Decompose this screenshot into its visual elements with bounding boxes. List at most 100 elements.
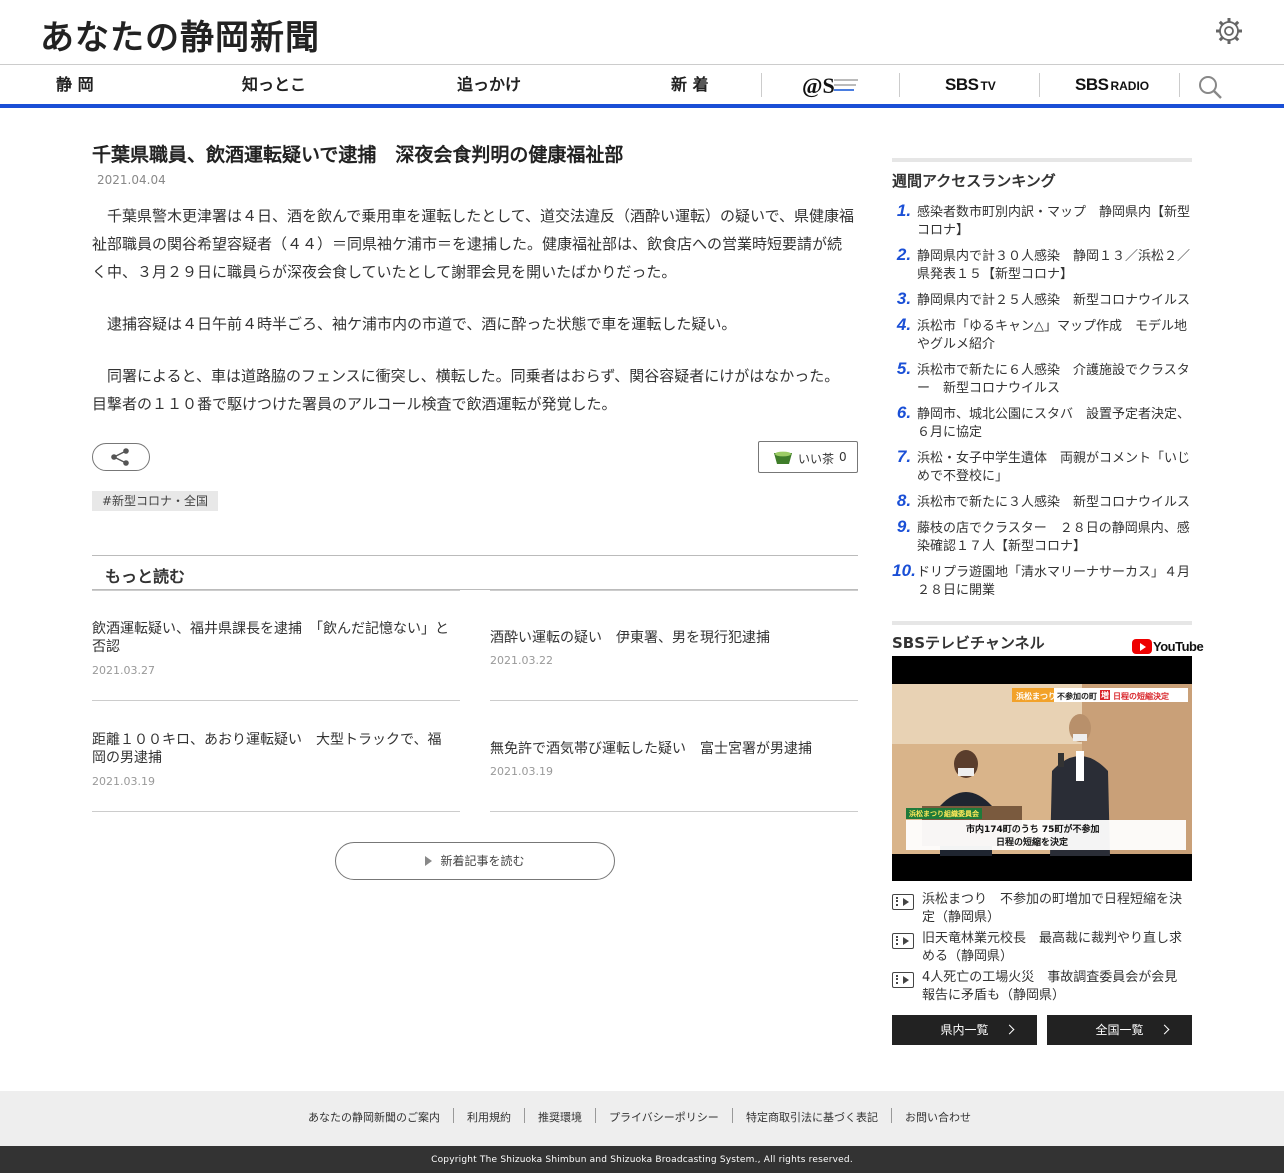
tea-cup-icon	[774, 451, 792, 464]
footer-divider	[891, 1108, 892, 1123]
footer-link-contact[interactable]: お問い合わせ	[905, 1109, 971, 1125]
rank-number: 1.	[896, 201, 912, 220]
nav-shizuoka[interactable]: 静 岡	[56, 65, 94, 105]
footer-link-privacy[interactable]: プライバシーポリシー	[609, 1109, 719, 1125]
masthead: あなたの静岡新聞	[0, 0, 1284, 64]
national-list-label: 全国一覧	[1095, 1023, 1144, 1037]
more-article-item[interactable]: 酒酔い運転の疑い 伊東署、男を現行犯逮捕 2021.03.22	[490, 590, 858, 701]
rank-title: 静岡県内で計２５人感染 新型コロナウイルス	[917, 293, 1191, 308]
rank-number: 7.	[896, 447, 912, 466]
video-banner-text: 浜松まつり	[1016, 691, 1056, 701]
more-article-item[interactable]: 距離１００キロ、あおり運転疑い 大型トラックで、福岡の男逮捕 2021.03.1…	[92, 701, 460, 812]
sbs-radio-main: SBS	[1075, 75, 1109, 94]
more-article-date: 2021.03.19	[92, 775, 155, 788]
sbs-tv-channel-section: SBSテレビチャンネル YouTube	[892, 621, 1204, 654]
good-tea-button[interactable]: いい茶 0	[758, 441, 858, 473]
rank-number: 9.	[896, 517, 912, 536]
rank-number: 6.	[896, 403, 912, 422]
rank-title: 浜松市で新たに６人感染 介護施設でクラスター 新型コロナウイルス	[917, 363, 1190, 396]
youtube-play-icon	[1132, 639, 1152, 654]
video-lower-label: 浜松まつり組織委員会	[909, 809, 980, 818]
nav-shinchaku[interactable]: 新 着	[671, 65, 709, 105]
national-list-button[interactable]: 全国一覧	[1047, 1015, 1192, 1045]
rank-number: 5.	[896, 359, 912, 378]
nav-okkake[interactable]: 追っかけ	[457, 65, 521, 105]
share-icon	[111, 448, 129, 466]
footer-link-about[interactable]: あなたの静岡新聞のご案内	[308, 1109, 440, 1125]
rank-number: 3.	[896, 289, 912, 308]
tv-section-title: SBSテレビチャンネル	[892, 634, 1045, 652]
rank-number: 10.	[892, 561, 916, 580]
rank-title: 浜松・女子中学生遺体 両親がコメント「いじめで不登校に」	[917, 451, 1191, 484]
article-paragraph: 同署によると、車は道路脇のフェンスに衝突し、横転した。同乗者はおらず、関谷容疑者…	[92, 367, 840, 413]
video-banner-text: 増	[1101, 690, 1109, 700]
ranking-section: 週間アクセスランキング 1. 感染者数市町別内訳・マップ 静岡県内【新型コロナ】…	[892, 158, 1192, 598]
more-article-title: 無免許で酒気帯び運転した疑い 富士宮署が男逮捕	[490, 741, 812, 757]
rank-title: 浜松市「ゆるキャン△」マップ作成 モデル地やグルメ紹介	[917, 319, 1187, 352]
rank-title: 浜松市で新たに３人感染 新型コロナウイルス	[917, 495, 1191, 510]
video-lower-text: 市内174町のうち 75町が不参加	[966, 823, 1099, 835]
rank-title: 静岡市、城北公園にスタバ 設置予定者決定、６月に協定	[917, 407, 1191, 440]
copyright: Copyright The Shizuoka Shimbun and Shizu…	[0, 1146, 1284, 1173]
local-list-label: 県内一覧	[940, 1023, 989, 1037]
more-article-item[interactable]: 無免許で酒気帯び運転した疑い 富士宮署が男逮捕 2021.03.19	[490, 701, 858, 812]
article-tag[interactable]: #新型コロナ・全国	[92, 491, 219, 511]
article-body: 千葉県警木更津署は４日、酒を飲んで乗用車を運転したとして、道交法違反（酒酔い運転…	[92, 202, 854, 442]
rank-number: 8.	[896, 491, 912, 510]
video-thumbnail: 浜松まつり 不参加の町 増 日程の短縮決定 浜松まつり組織委員会 市内174町の…	[892, 656, 1192, 881]
video-player[interactable]: 浜松まつり 不参加の町 増 日程の短縮決定 浜松まつり組織委員会 市内174町の…	[892, 656, 1192, 881]
good-label: いい茶	[798, 452, 835, 466]
site-title[interactable]: あなたの静岡新聞	[40, 10, 320, 59]
article-title: 千葉県職員、飲酒運転疑いで逮捕 深夜会食判明の健康福祉部	[92, 144, 624, 166]
rank-title: 静岡県内で計３０人感染 静岡１３／浜松２／県発表１５【新型コロナ】	[917, 249, 1191, 282]
nav-divider	[899, 73, 900, 97]
more-article-item[interactable]: 飲酒運転疑い、福井県課長を逮捕 「飲んだ記憶ない」と否認 2021.03.27	[92, 590, 460, 701]
article-date: 2021.04.04	[97, 173, 166, 187]
gear-icon[interactable]	[1214, 16, 1244, 46]
rank-number: 2.	[896, 245, 912, 264]
article-paragraph: 逮捕容疑は４日午前４時半ごろ、袖ケ浦市内の市道で、酒に酔った状態で車を運転した疑…	[107, 315, 737, 333]
search-icon[interactable]	[1197, 74, 1223, 100]
ranking-title: 週間アクセスランキング	[892, 172, 1056, 190]
footer-divider	[732, 1108, 733, 1123]
footer-divider	[595, 1108, 596, 1123]
more-article-title: 飲酒運転疑い、福井県課長を逮捕 「飲んだ記憶ない」と否認	[92, 621, 449, 655]
share-button[interactable]	[92, 443, 150, 471]
rank-title: 感染者数市町別内訳・マップ 静岡県内【新型コロナ】	[917, 205, 1191, 238]
more-article-date: 2021.03.27	[92, 664, 155, 677]
sbs-tv-main: SBS	[945, 75, 979, 94]
rank-title: ドリプラ遊園地「清水マリーナサーカス」４月２８日に開業	[917, 565, 1191, 598]
video-icon	[892, 933, 914, 949]
more-article-title: 酒酔い運転の疑い 伊東署、男を現行犯逮捕	[490, 630, 770, 646]
nav-divider	[1039, 73, 1040, 97]
more-section-heading: もっと読む	[92, 555, 858, 590]
footer-divider	[453, 1108, 454, 1123]
video-title: 4人死亡の工場火災 事故調査委員会が会見 報告に矛盾も（静岡県）	[922, 970, 1191, 1003]
video-title: 旧天竜林業元校長 最高裁に裁判やり直し求める（静岡県）	[922, 931, 1183, 964]
at-s-logo[interactable]: @S	[802, 71, 860, 99]
video-title: 浜松まつり 不参加の町増加で日程短縮を決定（静岡県）	[922, 892, 1183, 925]
local-list-button[interactable]: 県内一覧	[892, 1015, 1037, 1045]
sbs-tv-logo[interactable]: SBS TV	[945, 65, 996, 105]
nav-divider	[1179, 73, 1180, 97]
footer-link-commerce-law[interactable]: 特定商取引法に基づく表記	[746, 1109, 878, 1125]
video-lower-text: 日程の短縮を決定	[996, 836, 1069, 848]
nav-shittoko[interactable]: 知っとこ	[242, 65, 306, 105]
nav-divider	[761, 73, 762, 97]
video-icon	[892, 972, 914, 988]
main-nav: 静 岡 知っとこ 追っかけ 新 着 @S SBS TV SBS RADIO	[0, 64, 1284, 108]
footer-link-terms[interactable]: 利用規約	[467, 1109, 511, 1125]
more-article-title: 距離１００キロ、あおり運転疑い 大型トラックで、福岡の男逮捕	[92, 732, 442, 766]
footer-links: あなたの静岡新聞のご案内 利用規約 推奨環境 プライバシーポリシー 特定商取引法…	[0, 1091, 1284, 1146]
video-banner-text: 日程の短縮決定	[1113, 691, 1169, 701]
youtube-label: YouTube	[1153, 639, 1204, 654]
read-latest-button[interactable]: 新着記事を読む	[335, 842, 615, 880]
read-latest-label: 新着記事を読む	[440, 854, 525, 868]
sbs-radio-sub: RADIO	[1110, 79, 1150, 93]
footer-divider	[524, 1108, 525, 1123]
sbs-tv-sub: TV	[980, 79, 996, 93]
sbs-radio-logo[interactable]: SBS RADIO	[1075, 65, 1149, 105]
footer-link-environment[interactable]: 推奨環境	[538, 1109, 582, 1125]
at-s-logo-text: @S	[802, 73, 835, 98]
youtube-icon[interactable]: YouTube	[1132, 639, 1204, 655]
